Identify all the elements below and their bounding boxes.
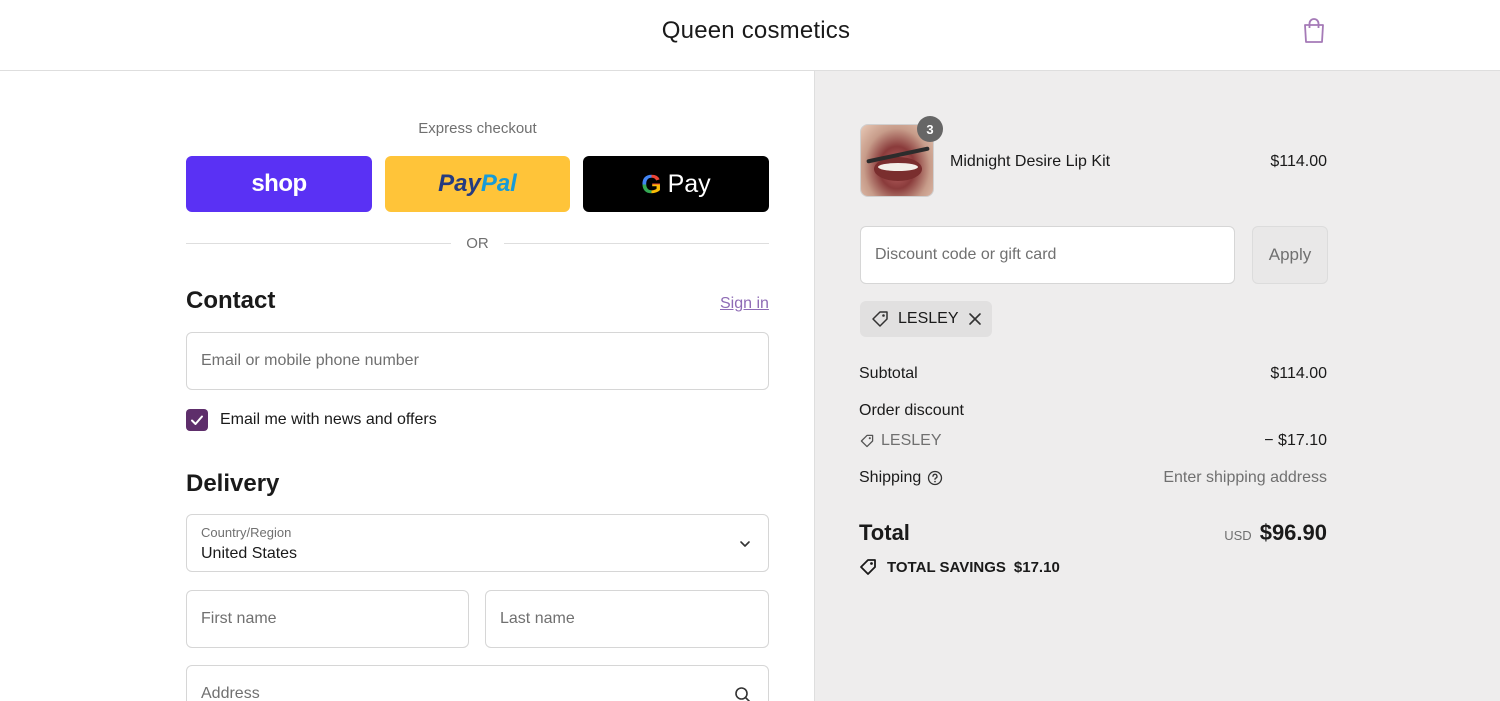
- country-select[interactable]: Country/Region United States: [186, 514, 769, 572]
- delivery-title: Delivery: [186, 470, 280, 497]
- country-label: Country/Region: [201, 525, 292, 540]
- help-icon[interactable]: [927, 470, 943, 486]
- total-savings-label: TOTAL SAVINGS: [887, 558, 1006, 576]
- shipping-label: Shipping: [859, 469, 922, 486]
- checkmark-icon: [191, 415, 203, 425]
- store-name[interactable]: Queen cosmetics: [0, 17, 1500, 45]
- country-value: United States: [201, 545, 298, 562]
- shop-pay-button[interactable]: shop: [186, 156, 372, 212]
- total-label: Total: [859, 520, 910, 545]
- savings-tag-icon: [860, 559, 876, 575]
- discount-code-label: LESLEY: [881, 432, 942, 449]
- discount-code-row: LESLEY: [859, 432, 941, 450]
- tag-icon: [872, 311, 888, 327]
- applied-code-label: LESLEY: [898, 310, 959, 327]
- subtotal-value: $114.00: [1270, 365, 1327, 382]
- search-icon[interactable]: [734, 686, 752, 701]
- quantity-badge: 3: [917, 116, 943, 142]
- product-name: Midnight Desire Lip Kit: [950, 153, 1111, 170]
- shipping-value: Enter shipping address: [1163, 469, 1327, 486]
- first-name-input[interactable]: [187, 591, 468, 647]
- total-value: $96.90: [1259, 520, 1327, 545]
- apply-button[interactable]: Apply: [1252, 226, 1328, 284]
- contact-title: Contact: [186, 287, 276, 314]
- order-summary: 3 Midnight Desire Lip Kit $114.00 Apply …: [814, 71, 1500, 701]
- google-pay-label: Pay: [667, 169, 711, 198]
- first-name-field[interactable]: [186, 590, 469, 648]
- newsletter-label: Email me with news and offers: [220, 411, 437, 428]
- google-pay-button[interactable]: G Pay: [583, 156, 769, 212]
- sign-in-link[interactable]: Sign in: [720, 295, 769, 313]
- subtotal-label: Subtotal: [859, 365, 918, 382]
- newsletter-checkbox-row[interactable]: Email me with news and offers: [186, 408, 437, 432]
- discount-input[interactable]: [861, 227, 1234, 283]
- divider-line-right: [504, 243, 769, 244]
- currency-code: USD: [1224, 528, 1252, 543]
- paypal-button[interactable]: Pay Pal: [385, 156, 570, 212]
- or-divider: OR: [186, 233, 769, 253]
- tag-icon: [860, 434, 874, 448]
- newsletter-checkbox[interactable]: [186, 409, 208, 431]
- shop-pay-label: shop: [251, 170, 307, 197]
- last-name-input[interactable]: [486, 591, 768, 647]
- paypal-label-part2: Pal: [480, 170, 517, 197]
- discount-field[interactable]: [860, 226, 1235, 284]
- close-icon[interactable]: [968, 312, 982, 326]
- express-checkout-label: Express checkout: [418, 120, 537, 137]
- address-field[interactable]: [186, 665, 769, 701]
- email-input[interactable]: [187, 333, 768, 389]
- shopping-bag-icon[interactable]: [1299, 16, 1329, 46]
- order-discount-label: Order discount: [859, 402, 964, 419]
- total-row: USD $96.90: [1224, 520, 1327, 546]
- total-savings-row: TOTAL SAVINGS $17.10: [859, 557, 1060, 577]
- product-price: $114.00: [1270, 153, 1327, 170]
- address-input[interactable]: [187, 666, 768, 701]
- email-field[interactable]: [186, 332, 769, 390]
- chevron-down-icon: [740, 541, 750, 547]
- checkout-form: Express checkout shop Pay Pal G Pay OR Co…: [0, 71, 814, 701]
- discount-value: − $17.10: [1264, 432, 1327, 449]
- applied-discount-tag: LESLEY: [860, 301, 993, 337]
- total-savings-value: $17.10: [1013, 558, 1060, 576]
- header: Queen cosmetics: [0, 0, 1500, 71]
- shipping-row: Shipping: [859, 469, 943, 487]
- last-name-field[interactable]: [485, 590, 769, 648]
- paypal-label-part1: Pay: [438, 170, 481, 197]
- google-g-icon: G: [641, 168, 662, 199]
